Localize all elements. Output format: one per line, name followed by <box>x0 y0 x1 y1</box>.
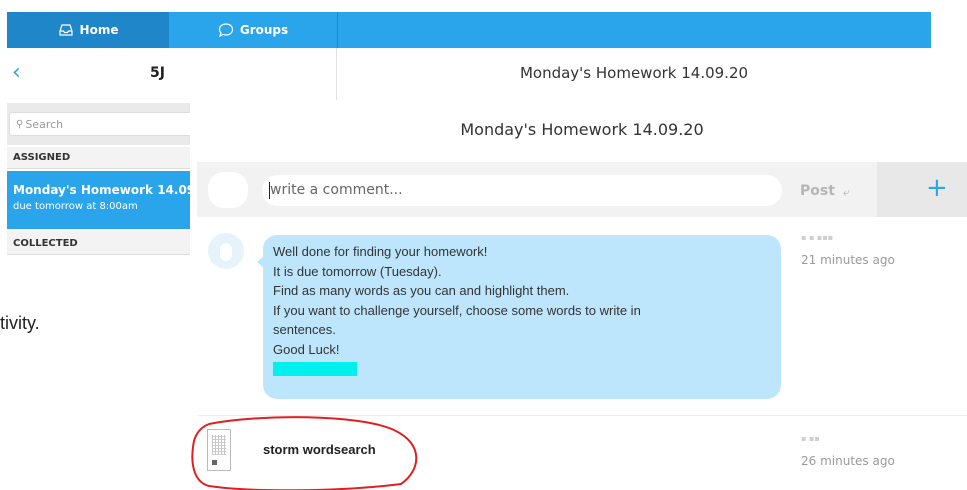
tab-home-label: Home <box>79 23 119 37</box>
avatar-silhouette <box>220 243 232 261</box>
user-avatar <box>208 172 248 208</box>
back-chevron-icon[interactable]: ‹ <box>12 62 26 84</box>
attachment-timestamp: 26 minutes ago <box>801 454 895 468</box>
tab-home[interactable]: Home <box>7 12 169 48</box>
tab-groups-label: Groups <box>239 23 289 37</box>
comment-placeholder: write a comment... <box>270 182 403 198</box>
section-header-assigned: ASSIGNED <box>7 147 197 169</box>
message-line: If you want to challenge yourself, choos… <box>273 302 641 318</box>
document-thumbnail[interactable] <box>207 429 231 471</box>
message-line: It is due tomorrow (Tuesday). <box>273 263 442 279</box>
section-header-collected: COLLECTED <box>7 231 197 255</box>
feed-divider <box>197 415 967 416</box>
message-line: Find as many words as you can and highli… <box>273 283 570 298</box>
assignment-list-item[interactable]: Monday's Homework 14.09 due tomorrow at … <box>7 171 197 229</box>
assignment-title: Monday's Homework 14.09 <box>13 183 196 197</box>
post-button[interactable]: Post <box>800 183 835 199</box>
add-button[interactable]: + <box>926 173 948 203</box>
post-title: Monday's Homework 14.09.20 <box>460 120 704 139</box>
inbox-icon <box>58 24 73 36</box>
author-avatar <box>208 233 244 269</box>
assignment-due: due tomorrow at 8:00am <box>13 201 138 212</box>
group-title: 5J <box>150 65 165 81</box>
text-caret <box>269 182 270 199</box>
page-title: Monday's Homework 14.09.20 <box>519 64 749 82</box>
add-panel <box>877 162 967 217</box>
search-icon: ⚲ <box>16 118 24 130</box>
message-line: sentences. <box>273 322 336 337</box>
search-input[interactable]: ⚲ Search <box>9 112 193 136</box>
redaction-highlight <box>273 362 357 376</box>
attachment-author-blurred: ▪ ▪▪ <box>801 434 820 443</box>
chat-bubble-icon <box>218 23 233 38</box>
comment-input[interactable]: write a comment... <box>262 175 782 206</box>
top-navigation-bar: Home Groups <box>7 12 931 48</box>
background-document-text: tivity. <box>0 313 40 333</box>
top-bar-spacer <box>337 12 931 48</box>
message-timestamp: 21 minutes ago <box>801 253 895 267</box>
return-arrow-icon: ⤶ <box>843 185 850 199</box>
wordsearch-grid-icon <box>212 435 226 455</box>
message-line: Good Luck! <box>273 341 340 357</box>
thumbnail-mark <box>212 460 217 465</box>
attachment-name[interactable]: storm wordsearch <box>263 442 376 457</box>
search-placeholder: Search <box>25 117 64 131</box>
message-line: Well done for finding your homework! <box>273 244 488 259</box>
message-bubble: Well done for finding your homework! It … <box>263 235 781 399</box>
author-name-blurred: ▪ ▪ ▪▪▪ <box>801 233 834 242</box>
tab-groups[interactable]: Groups <box>169 12 337 48</box>
